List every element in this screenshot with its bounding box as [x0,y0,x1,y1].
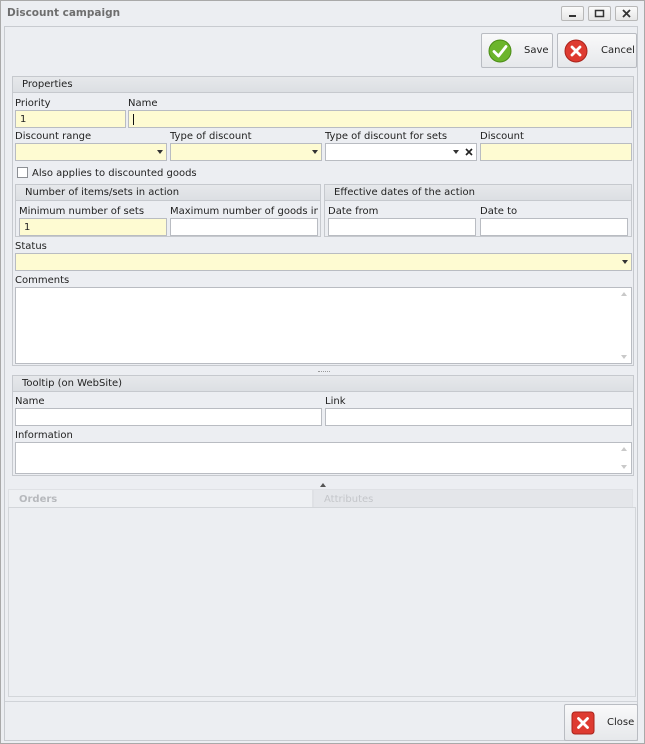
chevron-down-icon [157,150,163,154]
discount-input[interactable] [480,143,632,161]
tab-attributes[interactable]: Attributes [313,489,633,507]
chevron-down-icon [453,150,459,154]
checkmark-icon [488,39,512,63]
priority-label: Priority [15,98,51,109]
scroll-up-icon[interactable] [621,447,627,451]
discount-campaign-window: Discount campaign Save Cancel Properties… [0,0,645,744]
cancel-icon [564,39,588,63]
cancel-label: Cancel [601,45,635,56]
properties-header: Properties [13,77,633,93]
type-of-discount-sets-dropdown[interactable] [325,143,477,161]
scroll-down-icon[interactable] [621,355,627,359]
tooltip-link-input[interactable] [325,408,632,426]
minimize-button[interactable] [561,6,584,21]
save-label: Save [524,45,549,56]
clear-icon[interactable] [465,148,473,156]
items-sets-group: Number of items/sets in action Minimum n… [15,184,321,237]
max-goods-label: Maximum number of goods in a set [170,206,318,217]
effective-dates-header: Effective dates of the action [325,185,631,201]
type-of-discount-dropdown[interactable] [170,143,322,161]
tooltip-link-label: Link [325,396,346,407]
status-label: Status [15,241,47,252]
properties-group: Properties Priority 1 Name Discount rang… [12,76,634,366]
max-goods-input[interactable] [170,218,318,236]
type-of-discount-label: Type of discount [170,131,252,142]
footer-divider [5,701,637,702]
information-label: Information [15,430,73,441]
type-of-discount-sets-label: Type of discount for sets [325,131,448,142]
form-body: Save Cancel Properties Priority 1 Name D… [4,26,638,741]
tooltip-header: Tooltip (on WebSite) [13,376,633,392]
name-input[interactable] [128,110,632,128]
collapse-up-icon[interactable] [319,482,327,488]
priority-input[interactable]: 1 [15,110,126,128]
date-from-label: Date from [328,206,379,217]
date-to-input[interactable] [480,218,628,236]
comments-textarea[interactable] [15,287,632,364]
tooltip-name-label: Name [15,396,45,407]
date-to-label: Date to [480,206,518,217]
title-bar[interactable]: Discount campaign [1,1,644,25]
scroll-down-icon[interactable] [621,465,627,469]
min-sets-label: Minimum number of sets [19,206,145,217]
close-icon [622,9,631,18]
min-sets-input[interactable]: 1 [19,218,167,236]
tab-orders[interactable]: Orders [8,489,313,507]
name-label: Name [128,98,158,109]
also-applies-label: Also applies to discounted goods [32,168,197,179]
discount-range-label: Discount range [15,131,92,142]
chevron-down-icon [312,150,318,154]
text-cursor [133,114,134,125]
status-dropdown[interactable] [15,253,632,271]
also-applies-checkbox[interactable] [17,167,28,178]
comments-label: Comments [15,275,70,286]
tooltip-group: Tooltip (on WebSite) Name Link Informati… [12,375,634,476]
restore-icon [594,9,605,18]
max-goods-label-clip: Maximum number of goods in a set [170,206,318,217]
maximize-button[interactable] [588,6,611,21]
close-window-button[interactable] [615,6,638,21]
chevron-down-icon [622,260,628,264]
items-sets-header: Number of items/sets in action [16,185,320,201]
tab-content-panel [8,507,636,697]
discount-range-dropdown[interactable] [15,143,167,161]
cancel-button[interactable]: Cancel [557,33,637,68]
close-label: Close [607,717,635,728]
minimize-icon [569,15,576,17]
close-icon [571,711,595,735]
save-button[interactable]: Save [481,33,553,68]
effective-dates-group: Effective dates of the action Date from … [324,184,632,237]
information-textarea[interactable] [15,442,632,474]
date-from-input[interactable] [328,218,476,236]
scroll-up-icon[interactable] [621,292,627,296]
tooltip-name-input[interactable] [15,408,322,426]
window-title: Discount campaign [7,7,121,19]
close-button[interactable]: Close [564,704,638,741]
discount-label: Discount [480,131,524,142]
